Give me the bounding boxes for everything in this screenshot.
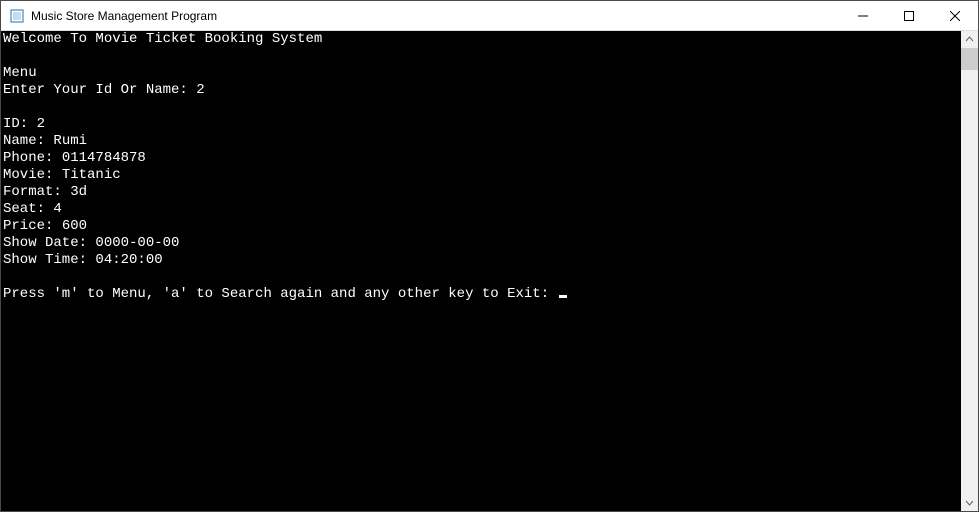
- title-bar[interactable]: Music Store Management Program: [1, 1, 978, 31]
- movie-value: Titanic: [62, 167, 121, 183]
- console-output[interactable]: Welcome To Movie Ticket Booking System M…: [1, 31, 961, 511]
- window-title: Music Store Management Program: [31, 9, 217, 23]
- show-date-label: Show Date:: [3, 235, 95, 251]
- seat-label: Seat:: [3, 201, 53, 217]
- minimize-icon: [858, 11, 868, 21]
- movie-label: Movie:: [3, 167, 62, 183]
- phone-label: Phone:: [3, 150, 62, 166]
- maximize-button[interactable]: [886, 1, 932, 30]
- chevron-up-icon: [965, 35, 974, 44]
- close-icon: [950, 11, 960, 21]
- price-label: Price:: [3, 218, 62, 234]
- scrollbar-thumb[interactable]: [961, 48, 978, 70]
- maximize-icon: [904, 11, 914, 21]
- scroll-down-button[interactable]: [961, 494, 978, 511]
- price-value: 600: [62, 218, 87, 234]
- welcome-line: Welcome To Movie Ticket Booking System: [3, 31, 322, 47]
- text-cursor: [559, 295, 567, 298]
- chevron-down-icon: [965, 498, 974, 507]
- show-date-value: 0000-00-00: [95, 235, 179, 251]
- format-label: Format:: [3, 184, 70, 200]
- phone-value: 0114784878: [62, 150, 146, 166]
- app-window: Music Store Management Program Welcome T…: [0, 0, 979, 512]
- client-area: Welcome To Movie Ticket Booking System M…: [1, 31, 978, 511]
- scroll-up-button[interactable]: [961, 31, 978, 48]
- name-label: Name:: [3, 133, 53, 149]
- minimize-button[interactable]: [840, 1, 886, 30]
- close-button[interactable]: [932, 1, 978, 30]
- vertical-scrollbar[interactable]: [961, 31, 978, 511]
- app-icon: [9, 8, 25, 24]
- show-time-value: 04:20:00: [95, 252, 162, 268]
- menu-label: Menu: [3, 65, 37, 81]
- format-value: 3d: [70, 184, 87, 200]
- id-prompt-value: 2: [196, 82, 204, 98]
- window-controls: [840, 1, 978, 30]
- id-label: ID:: [3, 116, 37, 132]
- show-time-label: Show Time:: [3, 252, 95, 268]
- id-prompt-label: Enter Your Id Or Name:: [3, 82, 196, 98]
- scrollbar-track[interactable]: [961, 48, 978, 494]
- seat-value: 4: [53, 201, 61, 217]
- id-value: 2: [37, 116, 45, 132]
- footer-prompt: Press 'm' to Menu, 'a' to Search again a…: [3, 286, 558, 302]
- name-value: Rumi: [53, 133, 87, 149]
